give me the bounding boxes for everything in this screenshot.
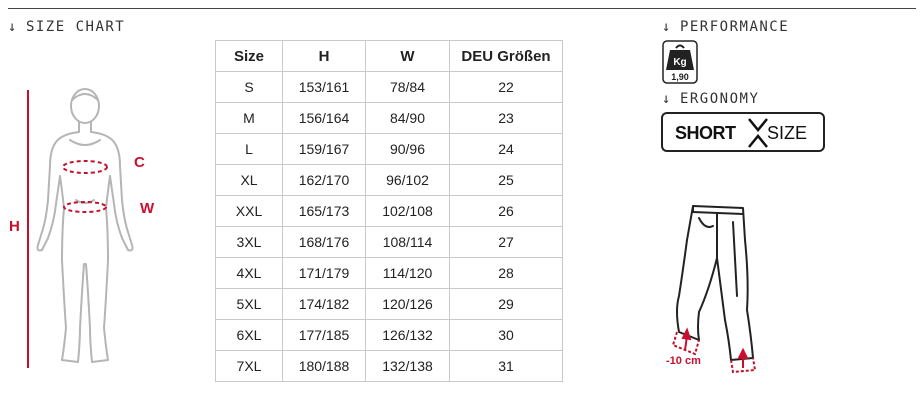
table-cell: 28 — [449, 257, 563, 289]
table-cell: 84/90 — [365, 102, 450, 134]
chest-label: C — [134, 154, 145, 171]
table-cell: L — [215, 133, 283, 165]
column-header: Size — [215, 40, 283, 72]
table-cell: S — [215, 71, 283, 103]
table-cell: 5XL — [215, 288, 283, 320]
table-cell: M — [215, 102, 283, 134]
weight-kg-icon: Kg 1,90 — [662, 40, 698, 84]
table-row: XL 162/170 96/102 25 — [215, 164, 563, 196]
table-cell: 23 — [449, 102, 563, 134]
weight-unit: Kg — [673, 57, 686, 68]
trousers-outline-icon — [671, 205, 757, 374]
body-figure-illustration — [27, 88, 134, 368]
size-table: Size H W DEU Größen S 153/161 78/84 22 M 156/… — [215, 40, 563, 382]
chest-measure-ellipse — [62, 160, 108, 174]
size-table-body: S 153/161 78/84 22 M 156/164 84/90 23 L 159/167 90… — [215, 71, 563, 382]
table-row: L 159/167 90/96 24 — [215, 133, 563, 165]
table-row: 3XL 168/176 108/114 27 — [215, 226, 563, 258]
table-cell: 24 — [449, 133, 563, 165]
table-cell: 156/164 — [282, 102, 366, 134]
table-cell: 108/114 — [365, 226, 450, 258]
table-cell: 177/185 — [282, 319, 366, 351]
ergonomy-title: ERGONOMY — [679, 91, 760, 107]
performance-title: PERFORMANCE — [679, 19, 790, 35]
short-size-badge: SHORT SIZE — [661, 112, 825, 152]
table-cell: 153/161 — [282, 71, 366, 103]
shortening-label: -10 cm — [666, 355, 701, 367]
table-cell: 78/84 — [365, 71, 450, 103]
table-cell: 171/179 — [282, 257, 366, 289]
weight-badge: Kg 1,90 — [662, 40, 698, 89]
table-row: 7XL 180/188 132/138 31 — [215, 350, 563, 382]
down-arrow-icon: ↓ — [662, 19, 672, 35]
table-cell: 3XL — [215, 226, 283, 258]
table-cell: 114/120 — [365, 257, 450, 289]
table-cell: 31 — [449, 350, 563, 382]
column-header: DEU Größen — [449, 40, 563, 72]
table-cell: 30 — [449, 319, 563, 351]
size-chart-heading: ↓ SIZE CHART — [8, 19, 125, 35]
table-cell: 22 — [449, 71, 563, 103]
table-cell: 132/138 — [365, 350, 450, 382]
short-size-x-icon — [748, 118, 768, 148]
table-cell: 162/170 — [282, 164, 366, 196]
column-header: W — [365, 40, 450, 72]
table-cell: 6XL — [215, 319, 283, 351]
down-arrow-icon: ↓ — [8, 19, 18, 35]
down-arrow-icon: ↓ — [662, 91, 672, 107]
size-chart-title: SIZE CHART — [25, 19, 126, 35]
table-row: 4XL 171/179 114/120 28 — [215, 257, 563, 289]
table-cell: 7XL — [215, 350, 283, 382]
table-cell: 4XL — [215, 257, 283, 289]
table-cell: 168/176 — [282, 226, 366, 258]
top-divider — [8, 8, 916, 9]
waist-label: W — [140, 200, 155, 217]
table-cell: 29 — [449, 288, 563, 320]
table-cell: 25 — [449, 164, 563, 196]
weight-value: 1,90 — [671, 72, 689, 82]
table-row: XXL 165/173 102/108 26 — [215, 195, 563, 227]
table-cell: 96/102 — [365, 164, 450, 196]
table-cell: 174/182 — [282, 288, 366, 320]
table-row: 5XL 174/182 120/126 29 — [215, 288, 563, 320]
table-row: M 156/164 84/90 23 — [215, 102, 563, 134]
table-cell: 165/173 — [282, 195, 366, 227]
performance-heading: ↓ PERFORMANCE — [662, 19, 789, 35]
table-cell: 102/108 — [365, 195, 450, 227]
short-label: SHORT — [675, 123, 736, 143]
table-row: 6XL 177/185 126/132 30 — [215, 319, 563, 351]
table-cell: 126/132 — [365, 319, 450, 351]
table-row: S 153/161 78/84 22 — [215, 71, 563, 103]
table-cell: 159/167 — [282, 133, 366, 165]
table-cell: 90/96 — [365, 133, 450, 165]
table-cell: 180/188 — [282, 350, 366, 382]
table-cell: 27 — [449, 226, 563, 258]
table-cell: 120/126 — [365, 288, 450, 320]
table-header-row: Size H W DEU Größen — [215, 40, 563, 72]
height-label: H — [9, 218, 20, 235]
table-cell: XXL — [215, 195, 283, 227]
ergonomy-heading: ↓ ERGONOMY — [662, 91, 759, 107]
column-header: H — [282, 40, 366, 72]
table-cell: 26 — [449, 195, 563, 227]
size-label: SIZE — [767, 123, 808, 143]
table-cell: XL — [215, 164, 283, 196]
